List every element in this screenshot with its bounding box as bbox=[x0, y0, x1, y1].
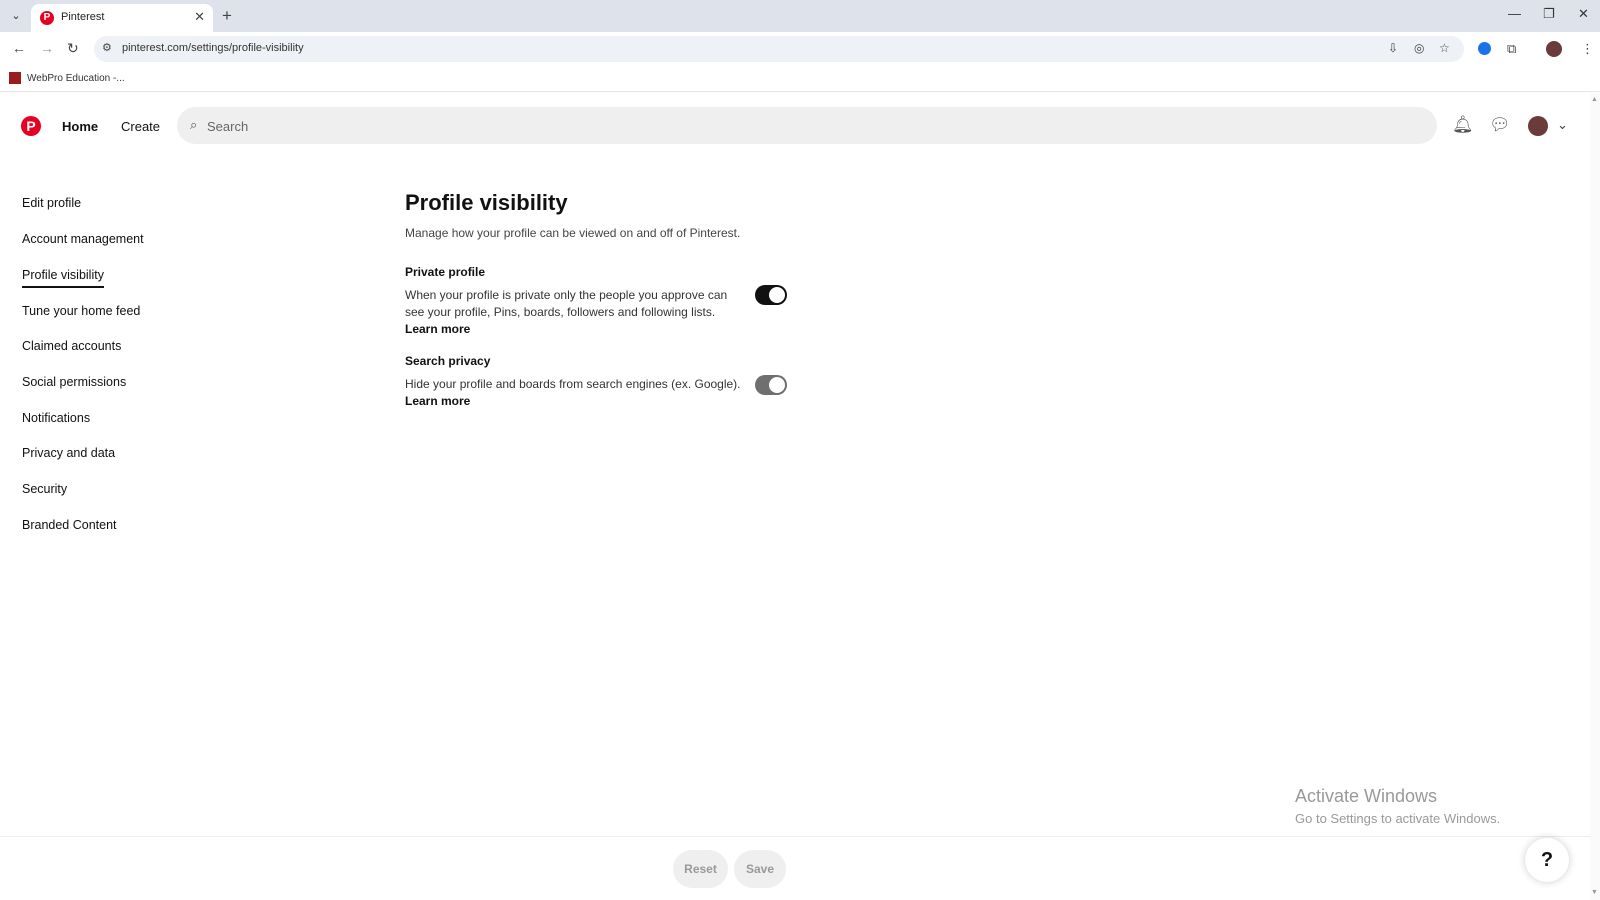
browser-tab-bar: ⌄ P Pinterest ✕ + — ❐ ✕ bbox=[0, 0, 1600, 32]
notifications-bell-icon[interactable]: 🔔︎ bbox=[1452, 115, 1474, 135]
browser-tab[interactable]: P Pinterest ✕ bbox=[31, 4, 213, 32]
sidebar-item-edit-profile[interactable]: Edit profile bbox=[22, 196, 81, 210]
footer-divider bbox=[0, 836, 1590, 837]
tab-title: Pinterest bbox=[61, 11, 105, 23]
activate-windows-title: Activate Windows bbox=[1295, 786, 1438, 806]
restore-icon[interactable]: ❐ bbox=[1543, 6, 1555, 22]
search-icon: ⌕ bbox=[190, 117, 198, 132]
toggle-knob bbox=[769, 377, 785, 393]
messages-icon[interactable]: 💬︎ bbox=[1489, 115, 1511, 135]
reset-button[interactable]: Reset bbox=[673, 850, 728, 888]
bookmark-star-icon[interactable]: ☆ bbox=[1439, 41, 1450, 55]
tracking-protection-icon[interactable]: ◎ bbox=[1414, 41, 1424, 55]
private-profile-title: Private profile bbox=[405, 265, 486, 279]
sidebar-item-profile-visibility[interactable]: Profile visibility bbox=[22, 268, 104, 288]
bookmark-favicon-icon bbox=[9, 72, 21, 84]
private-profile-toggle[interactable] bbox=[755, 285, 787, 305]
browser-menu-icon[interactable]: ⋮ bbox=[1581, 41, 1594, 57]
back-icon[interactable]: ← bbox=[12, 40, 26, 56]
toggle-knob bbox=[769, 287, 785, 303]
url-text[interactable]: pinterest.com/settings/profile-visibilit… bbox=[122, 42, 304, 54]
scroll-up-icon[interactable]: ▲ bbox=[1591, 96, 1598, 103]
activate-windows-subtitle: Go to Settings to activate Windows. bbox=[1295, 811, 1501, 826]
close-tab-icon[interactable]: ✕ bbox=[194, 9, 205, 25]
nav-create[interactable]: Create bbox=[121, 119, 160, 134]
bookmark-item[interactable]: WebPro Education -... bbox=[27, 73, 125, 84]
scrollbar[interactable] bbox=[1590, 93, 1600, 900]
pinterest-logo-icon[interactable]: P bbox=[21, 116, 41, 136]
page-subtitle: Manage how your profile can be viewed on… bbox=[405, 226, 741, 240]
private-profile-learn-more-link[interactable]: Learn more bbox=[405, 322, 470, 336]
bookmarks-bar: WebPro Education -... bbox=[0, 66, 1600, 92]
new-tab-icon[interactable]: + bbox=[222, 6, 232, 26]
save-button[interactable]: Save bbox=[734, 850, 786, 888]
chevron-down-icon[interactable]: ⌄ bbox=[1557, 117, 1568, 133]
site-info-icon[interactable]: ⚙ bbox=[102, 41, 112, 54]
sidebar-item-notifications[interactable]: Notifications bbox=[22, 411, 90, 425]
search-bar[interactable]: ⌕ bbox=[177, 107, 1437, 144]
reload-icon[interactable]: ↻ bbox=[67, 40, 79, 57]
extension-icon[interactable] bbox=[1478, 42, 1491, 55]
help-button[interactable]: ? bbox=[1525, 838, 1569, 882]
browser-profile-avatar[interactable] bbox=[1546, 41, 1562, 57]
sidebar-item-claimed-accounts[interactable]: Claimed accounts bbox=[22, 339, 121, 353]
address-bar[interactable]: ⚙ pinterest.com/settings/profile-visibil… bbox=[94, 36, 1464, 62]
search-input[interactable] bbox=[207, 116, 1407, 136]
install-app-icon[interactable]: ⇩ bbox=[1388, 41, 1398, 55]
private-profile-text: When your profile is private only the pe… bbox=[405, 288, 728, 319]
extensions-puzzle-icon[interactable]: ⧉ bbox=[1507, 41, 1516, 57]
sidebar-item-privacy-and-data[interactable]: Privacy and data bbox=[22, 446, 115, 460]
browser-toolbar: ← → ↻ ⚙ pinterest.com/settings/profile-v… bbox=[0, 32, 1600, 66]
private-profile-description: When your profile is private only the pe… bbox=[405, 287, 747, 338]
forward-icon[interactable]: → bbox=[40, 40, 54, 56]
search-privacy-description: Hide your profile and boards from search… bbox=[405, 376, 747, 410]
minimize-icon[interactable]: — bbox=[1508, 6, 1521, 21]
page-title: Profile visibility bbox=[405, 190, 568, 215]
search-privacy-title: Search privacy bbox=[405, 354, 491, 368]
scroll-down-icon[interactable]: ▼ bbox=[1591, 889, 1598, 896]
search-privacy-text: Hide your profile and boards from search… bbox=[405, 377, 741, 391]
search-privacy-toggle[interactable] bbox=[755, 375, 787, 395]
tab-search-icon[interactable]: ⌄ bbox=[6, 7, 26, 25]
sidebar-item-social-permissions[interactable]: Social permissions bbox=[22, 375, 126, 389]
pinterest-favicon-icon: P bbox=[40, 11, 54, 25]
close-window-icon[interactable]: ✕ bbox=[1578, 6, 1589, 22]
search-privacy-learn-more-link[interactable]: Learn more bbox=[405, 394, 470, 408]
sidebar-item-account-management[interactable]: Account management bbox=[22, 232, 144, 246]
avatar[interactable] bbox=[1528, 116, 1548, 136]
sidebar-item-security[interactable]: Security bbox=[22, 482, 67, 496]
sidebar-item-branded-content[interactable]: Branded Content bbox=[22, 518, 117, 532]
sidebar-item-tune-home-feed[interactable]: Tune your home feed bbox=[22, 304, 140, 318]
nav-home[interactable]: Home bbox=[62, 119, 98, 134]
